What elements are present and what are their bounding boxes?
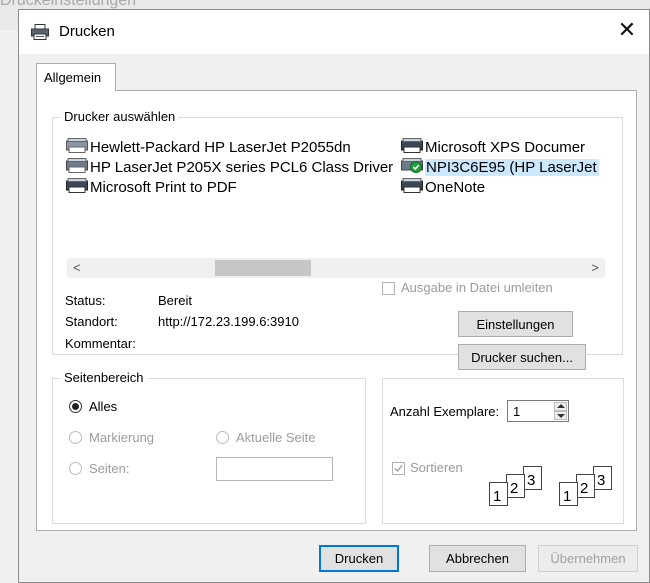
printer-name: HP LaserJet P205X series PCL6 Class Driv… — [90, 159, 394, 176]
printer-item-onenote[interactable]: OneNote — [401, 178, 485, 197]
background-window-edge — [0, 30, 19, 583]
printer-icon — [66, 158, 88, 177]
printer-item-ms-pdf[interactable]: Microsoft Print to PDF — [66, 178, 237, 197]
printer-icon — [401, 138, 423, 157]
page-range-group: Seitenbereich Alles Markierung Aktuelle … — [52, 370, 366, 524]
radio-selection[interactable] — [69, 431, 82, 444]
scroll-right-arrow[interactable]: > — [591, 260, 599, 275]
radio-current-page-label: Aktuelle Seite — [236, 430, 316, 445]
spin-up-icon[interactable] — [554, 402, 567, 411]
copies-label: Anzahl Exemplare: — [390, 404, 500, 419]
print-button[interactable]: Drucken — [319, 545, 399, 572]
radio-selection-label: Markierung — [89, 430, 155, 445]
location-value: http://172.23.199.6:3910 — [158, 314, 299, 329]
printer-name: NPI3C6E95 (HP LaserJet — [425, 159, 599, 176]
collate-label: Sortieren — [410, 460, 463, 475]
printer-name: OneNote — [425, 179, 486, 196]
close-button[interactable]: ✕ — [615, 19, 639, 43]
printer-item-npi3c6e95[interactable]: NPI3C6E95 (HP LaserJet — [401, 158, 599, 177]
printer-icon — [31, 24, 49, 43]
printer-name: Microsoft XPS Documer — [425, 139, 586, 156]
printer-icon — [401, 178, 423, 197]
location-label: Standort: — [65, 314, 118, 329]
dialog-title: Drucken — [59, 23, 115, 40]
status-value: Bereit — [158, 293, 192, 308]
cancel-button[interactable]: Abbrechen — [429, 545, 526, 572]
printer-item-hp-p205x[interactable]: HP LaserJet P205X series PCL6 Class Driv… — [66, 158, 393, 177]
find-printer-button[interactable]: Drucker suchen... — [458, 344, 586, 370]
copies-value[interactable]: 1 — [513, 404, 520, 419]
redirect-to-file-checkbox[interactable] — [382, 282, 395, 295]
scroll-left-arrow[interactable]: < — [73, 260, 81, 275]
settings-button[interactable]: Einstellungen — [458, 311, 573, 337]
print-dialog: Drucken ✕ Allgemein Drucker auswählen He… — [18, 9, 650, 583]
tab-allgemein[interactable]: Allgemein — [36, 63, 116, 91]
tab-label: Allgemein — [44, 70, 102, 85]
general-panel: Drucker auswählen Hewlett-Packard HP Las… — [36, 90, 637, 531]
comment-label: Kommentar: — [65, 336, 136, 351]
printer-icon — [66, 138, 88, 157]
radio-current-page[interactable] — [216, 431, 229, 444]
copies-group: Anzahl Exemplare: 1 Sortieren 3 2 1 3 2 … — [382, 378, 624, 524]
printer-item-ms-xps[interactable]: Microsoft XPS Documer — [401, 138, 585, 157]
radio-pages-label: Seiten: — [89, 461, 130, 476]
printer-name: Microsoft Print to PDF — [90, 179, 237, 196]
title-bar: Drucken ✕ — [19, 10, 649, 54]
pages-input[interactable] — [216, 457, 333, 481]
radio-pages[interactable] — [69, 462, 82, 475]
printer-item-hp-p2055dn[interactable]: Hewlett-Packard HP LaserJet P2055dn — [66, 138, 351, 157]
radio-all-label: Alles — [89, 399, 118, 414]
printer-group-title: Drucker auswählen — [61, 109, 179, 124]
printer-group: Drucker auswählen Hewlett-Packard HP Las… — [52, 109, 623, 370]
printer-list-scrollbar[interactable]: < > — [67, 258, 605, 278]
page-range-title: Seitenbereich — [61, 370, 147, 385]
apply-button[interactable]: Übernehmen — [538, 545, 638, 572]
copies-spinner[interactable]: 1 — [507, 400, 569, 422]
printer-name: Hewlett-Packard HP LaserJet P2055dn — [90, 139, 351, 156]
collate-checkbox[interactable] — [392, 462, 405, 475]
radio-all[interactable] — [69, 400, 82, 413]
check-circle-icon — [401, 158, 423, 177]
redirect-to-file-label: Ausgabe in Datei umleiten — [401, 280, 553, 295]
printer-icon — [66, 178, 88, 197]
status-label: Status: — [65, 293, 106, 308]
scrollbar-thumb[interactable] — [215, 260, 311, 276]
spin-down-icon[interactable] — [554, 411, 567, 420]
